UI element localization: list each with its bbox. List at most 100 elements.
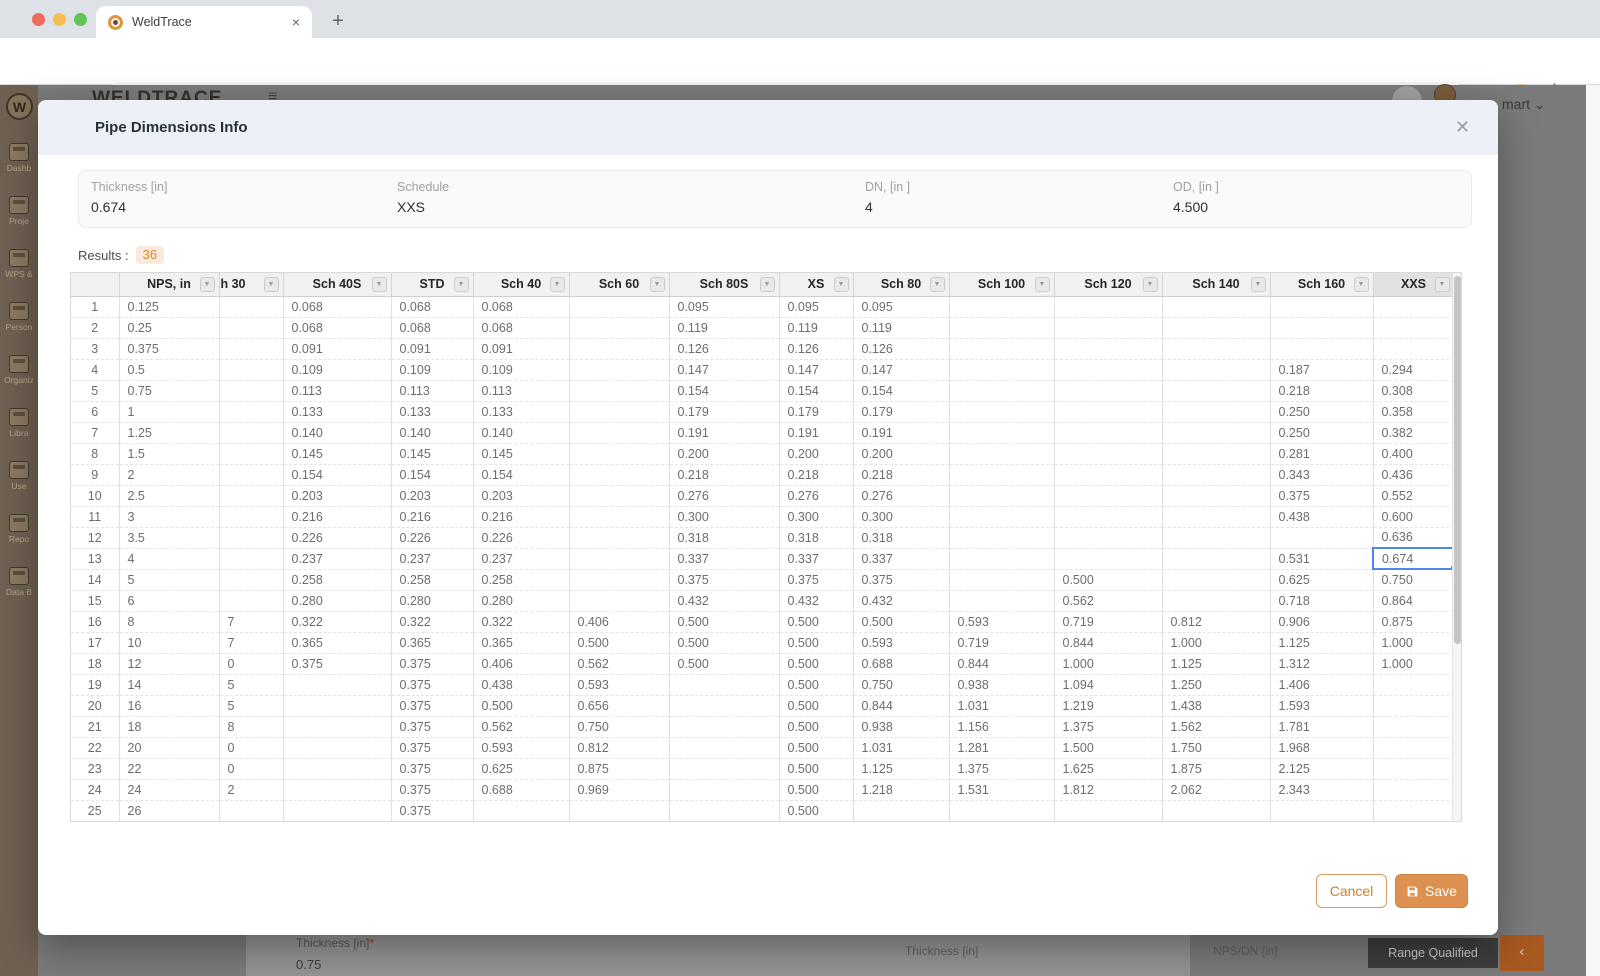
table-cell[interactable]: 0.531 <box>1270 548 1373 569</box>
table-cell[interactable]: 4 <box>119 548 219 569</box>
table-cell[interactable] <box>949 506 1054 527</box>
table-cell[interactable]: 0.337 <box>669 548 779 569</box>
table-cell[interactable]: 0.154 <box>473 464 569 485</box>
table-cell[interactable] <box>569 443 669 464</box>
table-cell[interactable]: 12 <box>119 653 219 674</box>
table-cell[interactable] <box>1054 800 1162 821</box>
table-cell[interactable] <box>283 737 391 758</box>
table-cell[interactable]: 0.179 <box>853 401 949 422</box>
table-cell[interactable] <box>1162 590 1270 611</box>
table-cell[interactable]: 1.438 <box>1162 695 1270 716</box>
sidebar-item-person[interactable]: Person <box>0 302 38 332</box>
table-cell[interactable] <box>283 758 391 779</box>
table-cell[interactable] <box>219 338 283 359</box>
table-cell[interactable] <box>1162 569 1270 590</box>
table-cell[interactable]: 0.438 <box>1270 506 1373 527</box>
table-cell[interactable]: 0.375 <box>391 758 473 779</box>
table-cell[interactable]: 0.276 <box>853 485 949 506</box>
table-cell[interactable]: 0.113 <box>391 380 473 401</box>
table-cell[interactable] <box>219 590 283 611</box>
table-cell[interactable] <box>949 422 1054 443</box>
table-cell[interactable]: 0.203 <box>473 485 569 506</box>
table-cell[interactable]: 1.625 <box>1054 758 1162 779</box>
table-cell[interactable]: 0.218 <box>669 464 779 485</box>
table-cell[interactable] <box>569 464 669 485</box>
table-cell[interactable] <box>569 422 669 443</box>
table-cell[interactable] <box>219 464 283 485</box>
table-cell[interactable]: 8 <box>119 611 219 632</box>
table-cell[interactable] <box>569 401 669 422</box>
window-zoom-button[interactable] <box>74 13 87 26</box>
table-cell[interactable]: 0.203 <box>391 485 473 506</box>
table-cell[interactable] <box>1162 401 1270 422</box>
table-cell[interactable] <box>1373 338 1454 359</box>
table-cell[interactable] <box>1162 548 1270 569</box>
filter-icon[interactable]: ▼ <box>454 277 469 292</box>
table-cell[interactable]: 0.147 <box>669 359 779 380</box>
table-cell[interactable] <box>1054 401 1162 422</box>
table-cell[interactable]: 0.191 <box>779 422 853 443</box>
table-cell[interactable]: 1.094 <box>1054 674 1162 695</box>
table-cell[interactable]: 0.318 <box>779 527 853 548</box>
table-cell[interactable] <box>1054 422 1162 443</box>
column-header-h30[interactable]: h 30▼ <box>219 273 283 296</box>
table-cell[interactable] <box>1270 800 1373 821</box>
table-cell[interactable] <box>1270 527 1373 548</box>
table-cell[interactable]: 0.226 <box>391 527 473 548</box>
table-cell[interactable]: 5 <box>219 674 283 695</box>
table-cell[interactable]: 0.438 <box>473 674 569 695</box>
table-cell[interactable]: 0.500 <box>779 632 853 653</box>
table-cell[interactable]: 0.250 <box>1270 401 1373 422</box>
table-cell[interactable] <box>283 716 391 737</box>
window-minimize-button[interactable] <box>53 13 66 26</box>
table-cell[interactable] <box>1054 359 1162 380</box>
table-cell[interactable]: 0.179 <box>779 401 853 422</box>
table-cell[interactable] <box>569 485 669 506</box>
table-cell[interactable]: 0.382 <box>1373 422 1454 443</box>
table-cell[interactable]: 0.375 <box>391 716 473 737</box>
table-cell[interactable]: 0.552 <box>1373 485 1454 506</box>
filter-icon[interactable]: ▼ <box>264 277 279 292</box>
table-cell[interactable]: 0.500 <box>779 800 853 821</box>
collapse-chevron-button[interactable]: ‹ <box>1500 935 1544 971</box>
table-cell[interactable]: 0.109 <box>473 359 569 380</box>
table-cell[interactable]: 0.154 <box>853 380 949 401</box>
table-cell[interactable]: 0.500 <box>669 632 779 653</box>
table-cell[interactable]: 0.343 <box>1270 464 1373 485</box>
table-cell[interactable]: 0.068 <box>283 296 391 317</box>
table-cell[interactable]: 1.125 <box>1162 653 1270 674</box>
table-cell[interactable]: 1.375 <box>1054 716 1162 737</box>
table-cell[interactable]: 0.750 <box>1373 569 1454 590</box>
table-cell[interactable]: 0 <box>219 737 283 758</box>
table-cell[interactable] <box>949 548 1054 569</box>
browser-tab[interactable]: WeldTrace × <box>96 6 312 38</box>
table-cell[interactable]: 0.500 <box>473 695 569 716</box>
table-cell[interactable]: 3 <box>119 506 219 527</box>
filter-icon[interactable]: ▼ <box>200 277 215 292</box>
table-cell[interactable] <box>1054 527 1162 548</box>
table-cell[interactable] <box>219 401 283 422</box>
table-cell[interactable]: 0.322 <box>391 611 473 632</box>
table-cell[interactable]: 0.145 <box>391 443 473 464</box>
table-cell[interactable]: 0.322 <box>283 611 391 632</box>
table-cell[interactable]: 0.191 <box>853 422 949 443</box>
table-cell[interactable] <box>219 527 283 548</box>
column-header-sch120[interactable]: Sch 120▼ <box>1054 273 1162 296</box>
table-cell[interactable]: 0.844 <box>949 653 1054 674</box>
table-cell[interactable] <box>1162 464 1270 485</box>
table-cell[interactable]: 2.125 <box>1270 758 1373 779</box>
new-tab-button[interactable]: + <box>324 8 352 36</box>
table-cell[interactable]: 1.125 <box>853 758 949 779</box>
table-cell[interactable]: 0.500 <box>779 716 853 737</box>
table-cell[interactable]: 0.258 <box>391 569 473 590</box>
table-cell[interactable]: 0.154 <box>779 380 853 401</box>
column-header-sch60[interactable]: Sch 60▼ <box>569 273 669 296</box>
column-header-xxs[interactable]: XXS▼ <box>1373 273 1454 296</box>
table-scrollbar-thumb[interactable] <box>1454 276 1461 644</box>
filter-icon[interactable]: ▼ <box>930 277 945 292</box>
table-cell[interactable]: 0.237 <box>283 548 391 569</box>
table-cell[interactable]: 2 <box>219 779 283 800</box>
table-cell[interactable]: 0.203 <box>283 485 391 506</box>
column-header-sch80s[interactable]: Sch 80S▼ <box>669 273 779 296</box>
table-cell[interactable]: 0.432 <box>779 590 853 611</box>
